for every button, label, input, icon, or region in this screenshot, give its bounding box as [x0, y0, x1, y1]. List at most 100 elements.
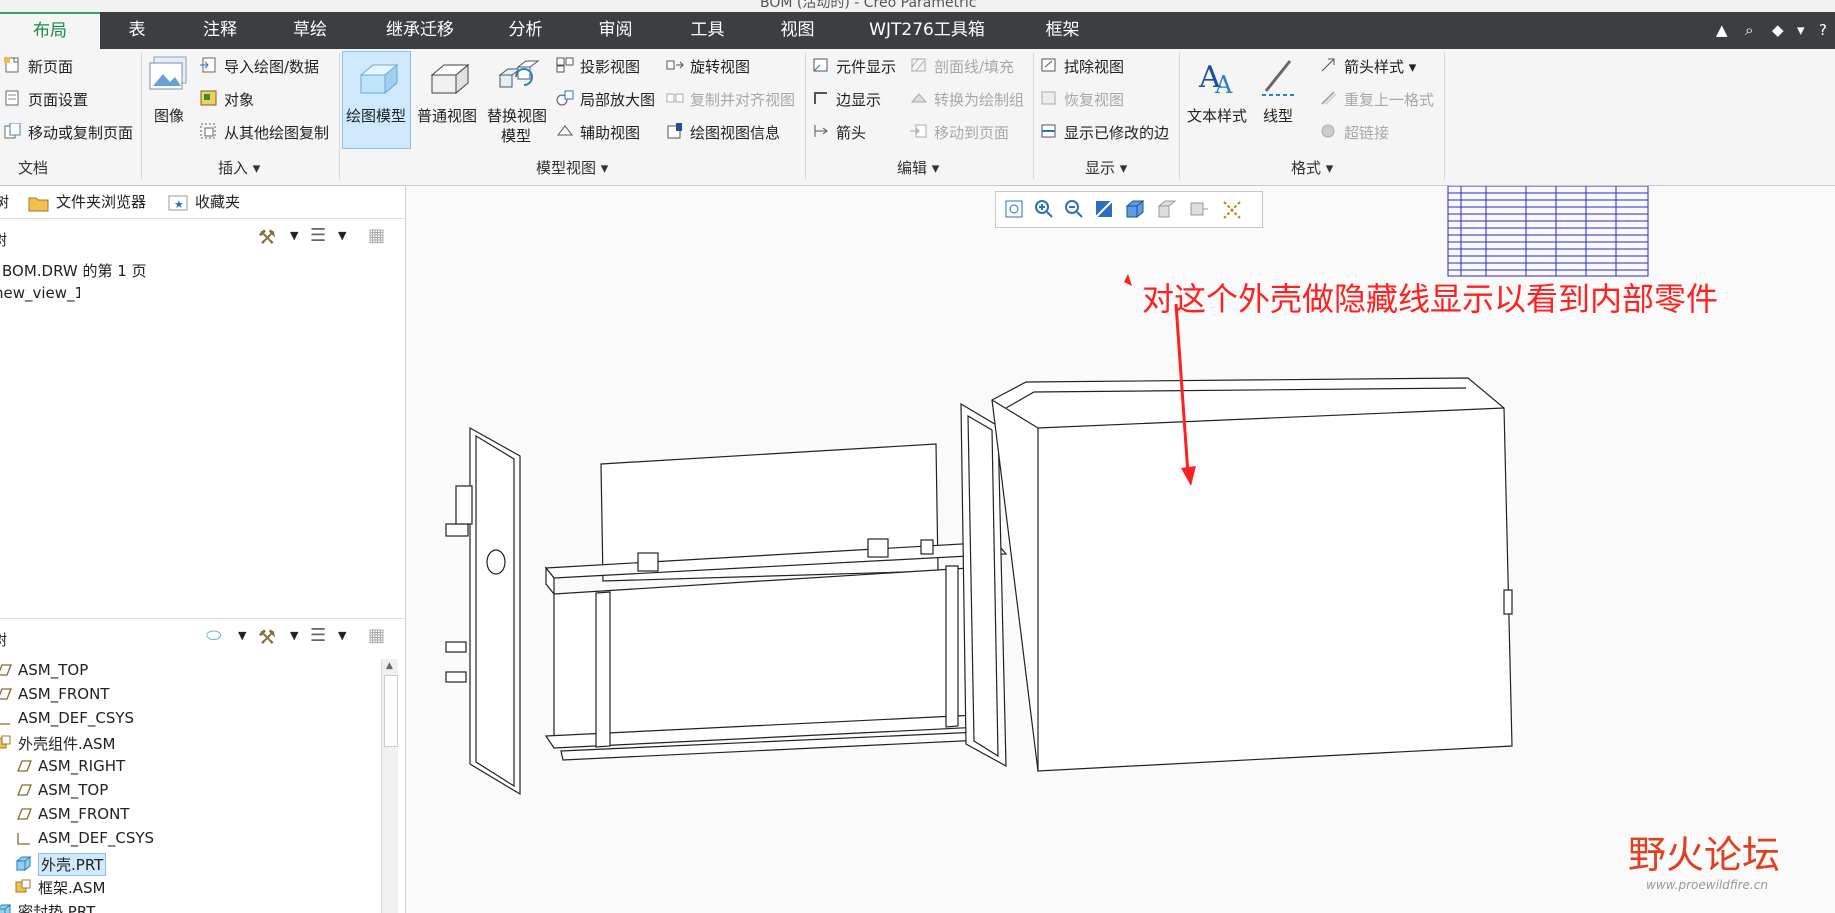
chevron-down-icon[interactable]: ▼ [338, 629, 346, 642]
general-view-button[interactable]: 普通视图 [417, 105, 477, 126]
object-button[interactable]: 对象 [224, 89, 254, 110]
view-manager-icon[interactable] [1188, 198, 1210, 220]
model-tree-row[interactable]: ASM_TOP [0, 779, 380, 803]
drawing-tree-item[interactable]: new_view_1 [0, 284, 80, 302]
arrow-icon [814, 125, 828, 137]
model-tree-row[interactable]: ASM_RIGHT [0, 755, 380, 779]
group-label-insert[interactable]: 插入 ▾ [218, 157, 260, 178]
tree-columns-icon[interactable]: ☰ [310, 225, 326, 246]
show-modified-edges-button[interactable]: 显示已修改的边 [1064, 122, 1169, 143]
drawing-view-info-button[interactable]: 绘图视图信息 [690, 122, 780, 143]
erase-view-button[interactable]: 拭除视图 [1064, 56, 1124, 77]
text-style-button[interactable]: 文本样式 [1187, 105, 1247, 126]
chevron-down-icon[interactable]: ▼ [238, 629, 246, 642]
zoom-out-icon[interactable] [1064, 199, 1084, 219]
model-tree-row[interactable]: 外壳组件.ASM [0, 731, 380, 755]
datum-plane-icon [14, 759, 32, 777]
group-label-format[interactable]: 格式 ▾ [1291, 157, 1333, 178]
edge-display-button[interactable]: 边显示 [836, 89, 881, 110]
tab-view[interactable]: 视图 [770, 12, 825, 49]
bom-table[interactable] [1447, 186, 1649, 277]
tab-legacy-migration[interactable]: 继承迁移 [375, 12, 465, 49]
filter-icon[interactable]: ▦ [368, 625, 385, 646]
auxiliary-view-button[interactable]: 辅助视图 [580, 122, 640, 143]
new-page-button[interactable]: 新页面 [28, 56, 73, 77]
chevron-down-icon[interactable]: ▼ [290, 229, 298, 242]
revolved-view-button[interactable]: 旋转视图 [690, 56, 750, 77]
frame-assembly[interactable] [544, 443, 1008, 761]
group-label-edit[interactable]: 编辑 ▾ [897, 157, 939, 178]
drawing-tree-item[interactable]: BOM.DRW 的第 1 页 [2, 260, 147, 281]
side-panel-part[interactable] [445, 426, 521, 796]
group-label-model-views[interactable]: 模型视图 ▾ [536, 157, 608, 178]
arrow-button[interactable]: 箭头 [836, 122, 866, 143]
import-drawing-icon [200, 57, 216, 73]
model-tree-label: 框架.ASM [38, 879, 106, 897]
copy-from-drawing-button[interactable]: 从其他绘图复制 [224, 122, 329, 143]
hyperlink-button[interactable]: 超链接 [1344, 122, 1389, 143]
datum-display-icon[interactable] [1220, 198, 1244, 222]
tab-tools[interactable]: 工具 [680, 12, 735, 49]
search-icon[interactable]: ⌕ [1745, 12, 1753, 49]
repeat-last-format-button[interactable]: 重复上一格式 [1344, 89, 1434, 110]
tree-columns-icon[interactable]: ☰ [310, 625, 326, 646]
settings-tools-icon[interactable]: ⚒ [258, 625, 276, 649]
refit-icon[interactable] [1004, 199, 1024, 219]
repaint-icon[interactable] [1094, 199, 1114, 219]
model-tree-row[interactable]: 外壳.PRT [0, 851, 380, 876]
model-tree-row[interactable]: 密封垫.PRT [0, 899, 380, 913]
model-tree-row[interactable]: ASM_DEF_CSYS [0, 707, 380, 731]
scrollbar-thumb[interactable] [384, 675, 398, 747]
page-setup-button[interactable]: 页面设置 [28, 89, 88, 110]
chevron-down-icon[interactable]: ▼ [338, 229, 346, 242]
model-tree-scrollbar[interactable]: ▲ [381, 659, 398, 913]
section-hatch-button[interactable]: 剖面线/填充 [934, 56, 1014, 77]
import-drawing-button[interactable]: 导入绘图/数据 [224, 56, 319, 77]
tab-layout[interactable]: 布局 [0, 12, 100, 49]
zoom-in-icon[interactable] [1034, 199, 1054, 219]
line-style-button[interactable]: 线型 [1263, 105, 1293, 126]
model-tree-row[interactable]: 框架.ASM [0, 875, 380, 899]
display-style-icon[interactable] [1124, 198, 1146, 220]
tab-favorites[interactable]: 收藏夹 [195, 186, 240, 218]
element-display-button[interactable]: 元件显示 [836, 56, 896, 77]
model-tree-row[interactable]: ASM_FRONT [0, 803, 380, 827]
convert-to-draft-button[interactable]: 转换为绘制组 [934, 89, 1024, 110]
tab-sketch[interactable]: 草绘 [280, 12, 340, 49]
convert-to-draft-icon [910, 93, 928, 103]
move-to-page-button[interactable]: 移动到页面 [934, 122, 1009, 143]
chevron-down-icon[interactable]: ▼ [290, 629, 298, 642]
collapse-ribbon-icon[interactable]: ▲ [1716, 12, 1728, 49]
move-copy-page-button[interactable]: 移动或复制页面 [28, 122, 133, 143]
tab-frame[interactable]: 框架 [1035, 12, 1090, 49]
tab-review[interactable]: 审阅 [588, 12, 643, 49]
replace-view-model-button[interactable]: 替换视图 [487, 105, 547, 126]
tab-toolbox[interactable]: WJT276工具箱 [862, 12, 992, 49]
detailed-view-button[interactable]: 局部放大图 [580, 89, 655, 110]
shell-part[interactable] [991, 377, 1513, 772]
copy-from-drawing-icon [200, 123, 216, 139]
datum-plane-icon [14, 783, 32, 801]
filter-icon[interactable]: ▦ [368, 225, 385, 246]
projection-view-button[interactable]: 投影视图 [580, 56, 640, 77]
dropdown-icon[interactable]: ▾ [1797, 12, 1805, 49]
restore-view-button[interactable]: 恢复视图 [1064, 89, 1124, 110]
arrow-style-button[interactable]: 箭头样式 ▾ [1344, 56, 1416, 77]
saved-orientations-icon[interactable] [1156, 198, 1178, 220]
tab-tree[interactable]: 树 [0, 186, 14, 218]
learning-icon[interactable]: ◆ [1772, 12, 1784, 49]
settings-tools-icon[interactable]: ⚒ [258, 225, 276, 249]
model-tree-row[interactable]: ASM_TOP [0, 659, 380, 683]
image-button[interactable]: 图像 [154, 105, 184, 126]
help-icon[interactable]: ? [1819, 12, 1827, 49]
tab-analysis[interactable]: 分析 [498, 12, 553, 49]
scroll-up-icon[interactable]: ▲ [386, 661, 393, 671]
model-tree-row[interactable]: ASM_FRONT [0, 683, 380, 707]
copy-align-view-button[interactable]: 复制并对齐视图 [690, 89, 795, 110]
model-tree-row[interactable]: ASM_DEF_CSYS [0, 827, 380, 851]
tab-folder-browser[interactable]: 文件夹浏览器 [56, 186, 146, 218]
tab-annotate[interactable]: 注释 [190, 12, 250, 49]
group-label-display[interactable]: 显示 ▾ [1085, 157, 1127, 178]
tab-table[interactable]: 表 [112, 12, 162, 49]
show-icon[interactable]: ⬭ [206, 625, 221, 646]
